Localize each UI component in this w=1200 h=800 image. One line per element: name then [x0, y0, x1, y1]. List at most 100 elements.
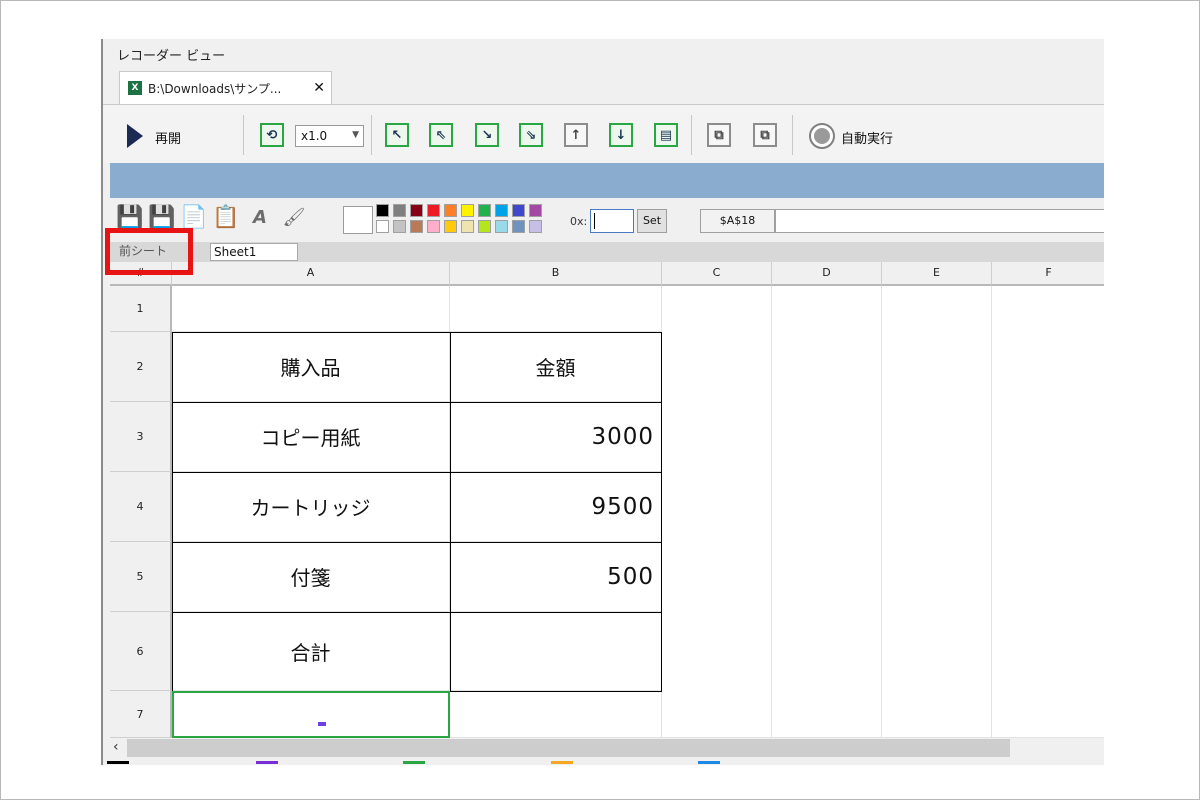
move-top-left-icon[interactable]: ↖: [385, 123, 409, 147]
bottom-tab-indicator[interactable]: [403, 761, 425, 764]
arrow-up-icon[interactable]: ↑: [564, 123, 588, 147]
document-icon[interactable]: ▤: [654, 123, 678, 147]
color-swatch[interactable]: [529, 204, 542, 217]
column-f-cells[interactable]: [992, 286, 1104, 738]
row-header-4[interactable]: 4: [110, 472, 172, 542]
color-swatch[interactable]: [512, 220, 525, 233]
column-header-e[interactable]: E: [882, 262, 992, 286]
color-swatch[interactable]: [444, 220, 457, 233]
color-swatch[interactable]: [461, 220, 474, 233]
bottom-tab-indicator[interactable]: [698, 761, 720, 764]
color-swatch[interactable]: [393, 220, 406, 233]
speed-value: x1.0: [301, 129, 328, 143]
status-banner: [110, 163, 1104, 198]
cell-a5[interactable]: 付箋: [172, 542, 450, 612]
color-swatch[interactable]: [410, 220, 423, 233]
column-d-cells[interactable]: [772, 286, 882, 738]
cell-a3[interactable]: コピー用紙: [172, 402, 450, 472]
color-swatch[interactable]: [529, 220, 542, 233]
color-swatch[interactable]: [410, 204, 423, 217]
color-swatch[interactable]: [427, 204, 440, 217]
color-swatch[interactable]: [495, 204, 508, 217]
formula-input[interactable]: [775, 209, 1104, 233]
color-swatch[interactable]: [376, 204, 389, 217]
color-swatch[interactable]: [393, 204, 406, 217]
color-swatch[interactable]: [461, 204, 474, 217]
record-icon[interactable]: [809, 123, 835, 149]
play-icon[interactable]: [127, 124, 143, 148]
auto-run-label[interactable]: 自動実行: [841, 128, 893, 147]
paste-icon[interactable]: 📋: [212, 204, 240, 232]
bottom-tab-indicator[interactable]: [107, 761, 129, 764]
column-c-cells[interactable]: [662, 286, 772, 738]
column-header-a[interactable]: A: [172, 262, 450, 286]
color-swatch[interactable]: [512, 204, 525, 217]
fill-color-icon[interactable]: 🖌: [280, 204, 308, 232]
toolbar-divider: [691, 115, 692, 155]
scrollbar-thumb[interactable]: [127, 739, 1010, 757]
toolbar: 再開 ⟲ x1.0 ▼ ↖ ⇖ ↘ ⇘ ↑ ↓ ▤ ⧉ ⧉ 自動実行: [103, 105, 1104, 163]
color-swatch[interactable]: [444, 204, 457, 217]
color-swatch[interactable]: [427, 220, 440, 233]
cell-a4[interactable]: カートリッジ: [172, 472, 450, 542]
row-header-5[interactable]: 5: [110, 542, 172, 612]
excel-icon: X: [128, 81, 142, 95]
row-header-2[interactable]: 2: [110, 332, 172, 402]
cell-b1[interactable]: [450, 286, 662, 332]
column-header-b[interactable]: B: [450, 262, 662, 286]
cell-b6[interactable]: [450, 612, 662, 691]
arrow-down-icon[interactable]: ↓: [609, 123, 633, 147]
cell-a6[interactable]: 合計: [172, 612, 450, 691]
column-header-c[interactable]: C: [662, 262, 772, 286]
cell-b2[interactable]: 金額: [450, 332, 662, 402]
cell-a2[interactable]: 購入品: [172, 332, 450, 402]
recorder-view-window: レコーダー ビュー X B:\Downloads\サンプ... ✕ 再開 ⟲ x…: [101, 39, 1104, 765]
bottom-tab-indicator[interactable]: [551, 761, 573, 764]
column-header-d[interactable]: D: [772, 262, 882, 286]
color-swatch[interactable]: [478, 204, 491, 217]
cell-reference-field[interactable]: $A$18: [700, 209, 775, 233]
color-swatch[interactable]: [376, 220, 389, 233]
column-header-f[interactable]: F: [992, 262, 1104, 286]
move-down-right-icon[interactable]: ↘: [475, 123, 499, 147]
cell-b3[interactable]: 3000: [450, 402, 662, 472]
color-swatch[interactable]: [478, 220, 491, 233]
speed-select[interactable]: x1.0 ▼: [295, 125, 364, 147]
cell-a1[interactable]: [172, 286, 450, 332]
window-copy-icon[interactable]: ⧉: [707, 123, 731, 147]
column-e-cells[interactable]: [882, 286, 992, 738]
cell-b4[interactable]: 9500: [450, 472, 662, 542]
chevron-left-icon[interactable]: ‹: [113, 739, 119, 755]
reload-icon[interactable]: ⟲: [260, 123, 284, 147]
sheet-name-field[interactable]: Sheet1: [210, 243, 298, 261]
font-icon[interactable]: A: [246, 204, 274, 232]
close-icon[interactable]: ✕: [313, 80, 325, 96]
edit-toolbar: 💾 💾 📄 📋 A 🖌 0x: Set $A$18: [110, 198, 1104, 242]
resume-button-label[interactable]: 再開: [155, 128, 181, 147]
move-up-left-icon[interactable]: ⇖: [429, 123, 453, 147]
row-header-3[interactable]: 3: [110, 402, 172, 472]
row-header-7[interactable]: 7: [110, 691, 172, 738]
hex-input[interactable]: [590, 209, 634, 233]
move-bottom-right-icon[interactable]: ⇘: [519, 123, 543, 147]
color-swatch[interactable]: [495, 220, 508, 233]
spreadsheet-grid: # A B C D E F 1 2 3 4 5 6 7 購入品 金額 コピー用紙…: [110, 262, 1104, 738]
toolbar-divider: [371, 115, 372, 155]
hex-label: 0x:: [570, 215, 588, 228]
horizontal-scrollbar[interactable]: ‹: [110, 738, 1104, 758]
tab-workbook[interactable]: X B:\Downloads\サンプ... ✕: [119, 71, 332, 104]
screenshot-frame: レコーダー ビュー X B:\Downloads\サンプ... ✕ 再開 ⟲ x…: [0, 0, 1200, 800]
set-button[interactable]: Set: [637, 209, 667, 233]
row-header-6[interactable]: 6: [110, 612, 172, 691]
tab-label: B:\Downloads\サンプ...: [148, 81, 282, 96]
row-header-1[interactable]: 1: [110, 286, 172, 332]
window-title: レコーダー ビュー: [117, 49, 226, 64]
window-paste-icon[interactable]: ⧉: [753, 123, 777, 147]
cell-b7[interactable]: [450, 691, 662, 738]
bottom-tab-indicator[interactable]: [256, 761, 278, 764]
cell-b5[interactable]: 500: [450, 542, 662, 612]
chevron-down-icon: ▼: [352, 130, 359, 140]
text-cursor: [318, 722, 326, 726]
toolbar-divider: [243, 115, 244, 155]
current-color-box[interactable]: [343, 206, 373, 234]
